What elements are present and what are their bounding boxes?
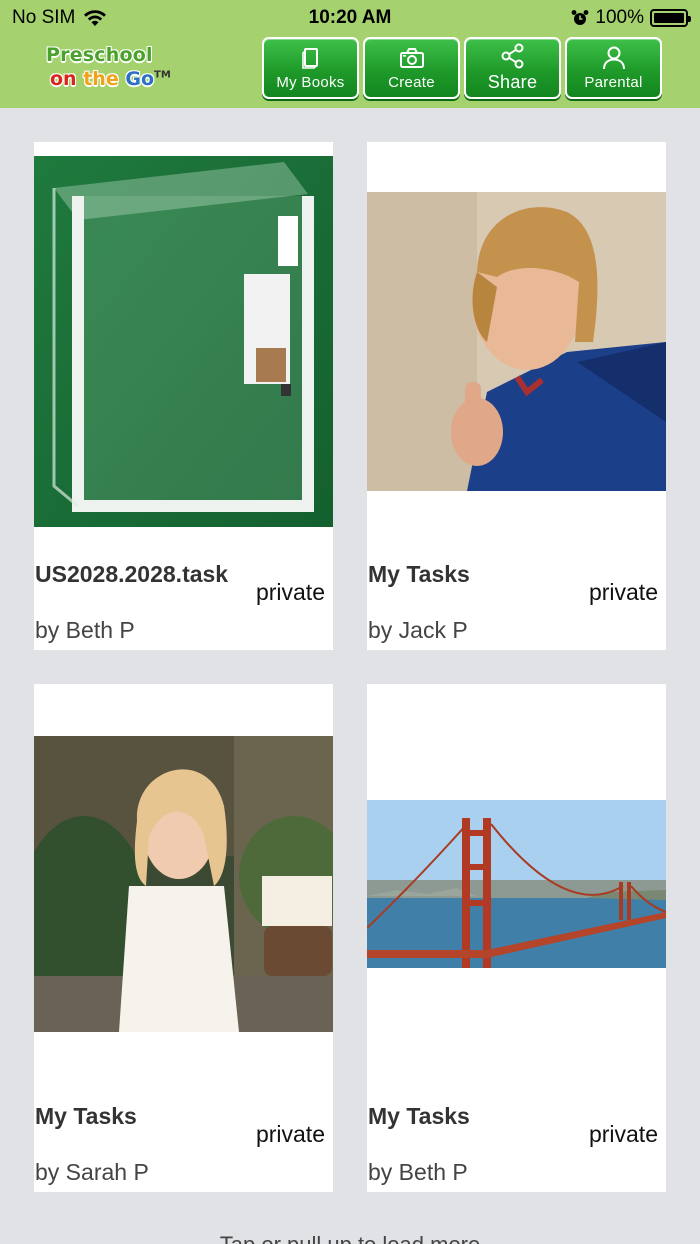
load-more-hint[interactable]: Tap or pull up to load more (0, 1232, 700, 1244)
person-icon (602, 46, 625, 70)
card-visibility: private (255, 1121, 325, 1147)
book-card[interactable]: US2028.2028.task private by Beth P (34, 142, 333, 650)
card-author: by Jack P (368, 617, 468, 643)
share-icon (501, 43, 523, 69)
my-books-button[interactable]: My Books (262, 37, 359, 99)
box-photo-image (34, 156, 333, 527)
card-thumbnail[interactable] (34, 156, 333, 527)
book-icon (301, 48, 318, 69)
card-title: My Tasks (368, 1103, 470, 1129)
parental-button[interactable]: Parental (565, 37, 662, 99)
share-button[interactable]: Share (464, 37, 561, 99)
card-visibility: private (588, 1121, 658, 1147)
logo-go: Go (125, 68, 154, 90)
alarm-icon (571, 10, 589, 25)
book-card[interactable]: My Tasks private by Sarah P (34, 684, 333, 1192)
card-author: by Beth P (35, 617, 135, 643)
logo-on: on (50, 68, 77, 90)
logo-line2: on the GoTM (50, 68, 186, 90)
share-label: Share (487, 72, 538, 92)
create-button[interactable]: Create (363, 37, 460, 99)
camera-icon (399, 48, 424, 68)
app-logo: Preschool on the GoTM (46, 44, 186, 98)
app-header: No SIM 10:20 AM 100% Preschool on the Go… (0, 0, 700, 108)
create-label: Create (388, 74, 435, 91)
card-title: My Tasks (35, 1103, 137, 1129)
card-title: My Tasks (368, 561, 470, 587)
card-author: by Beth P (368, 1159, 468, 1185)
logo-the: the (83, 68, 119, 90)
card-visibility: private (255, 579, 325, 605)
top-nav: My Books Create Share Parental (262, 37, 662, 99)
boy-photo-image (367, 192, 666, 491)
battery-icon (650, 9, 691, 27)
parental-label: Parental (584, 74, 643, 91)
book-card[interactable]: My Tasks private by Beth P (367, 684, 666, 1192)
battery-percent: 100% (595, 7, 644, 28)
bridge-photo-image (367, 800, 666, 968)
card-thumbnail[interactable] (367, 192, 666, 491)
card-thumbnail[interactable] (367, 800, 666, 968)
card-visibility: private (588, 579, 658, 605)
status-bar: No SIM 10:20 AM 100% (0, 0, 700, 36)
card-title: US2028.2028.task (35, 561, 229, 587)
book-card[interactable]: My Tasks private by Jack P (367, 142, 666, 650)
card-author: by Sarah P (35, 1159, 149, 1185)
my-books-label: My Books (276, 74, 345, 91)
logo-line1: Preschool (46, 44, 153, 66)
girl-photo-image (34, 736, 333, 1032)
card-thumbnail[interactable] (34, 736, 333, 1032)
logo-tm: TM (154, 69, 171, 81)
